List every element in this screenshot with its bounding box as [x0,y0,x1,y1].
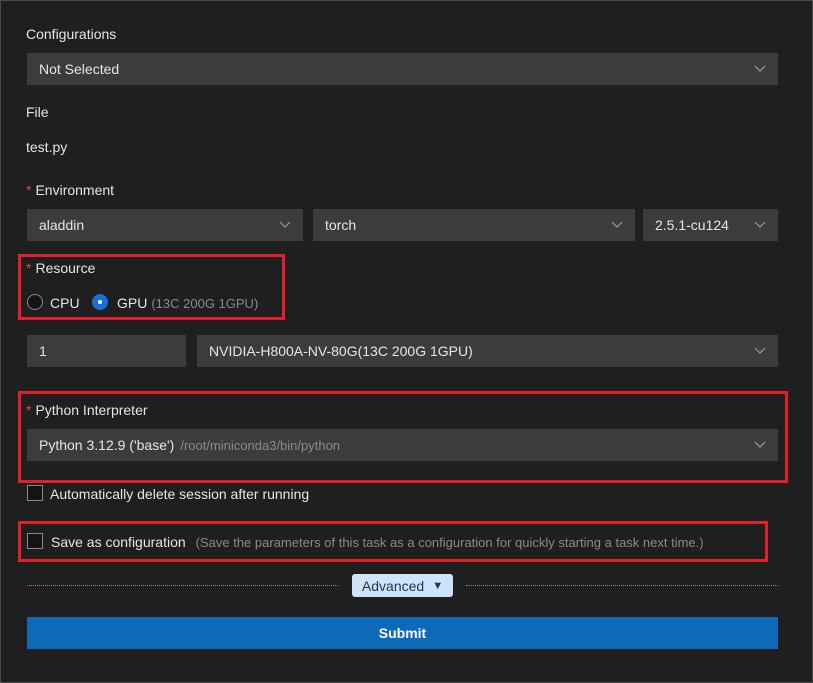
caret-down-icon: ▼ [432,579,444,592]
environment-version-select[interactable]: 2.5.1-cu124 [643,209,778,241]
chevron-down-icon [754,219,766,229]
highlight-save-config [18,521,768,562]
highlight-python-interpreter [18,391,788,483]
environment-label: * Environment [26,182,114,198]
configurations-label: Configurations [26,26,117,42]
environment-framework-select[interactable]: torch [313,209,635,241]
gpu-count-input[interactable]: 1 [27,335,186,367]
configurations-select[interactable]: Not Selected [27,53,778,85]
environment-label-text: Environment [35,182,115,198]
chevron-down-icon [279,219,291,229]
gpu-count-value: 1 [39,343,47,359]
auto-delete-checkbox[interactable] [27,485,43,501]
environment-name-value: aladdin [39,217,85,233]
divider-left [27,585,338,586]
gpu-instance-value: NVIDIA-H800A-NV-80G(13C 200G 1GPU) [209,343,473,359]
advanced-label: Advanced [361,577,425,594]
chevron-down-icon [754,345,766,355]
submit-button[interactable]: Submit [27,617,778,649]
highlight-resource [18,254,285,320]
divider-right [466,585,778,586]
chevron-down-icon [611,219,623,229]
required-mark: * [26,182,32,198]
chevron-down-icon [754,63,766,73]
auto-delete-label[interactable]: Automatically delete session after runni… [50,486,309,502]
advanced-toggle-button[interactable]: Advanced ▼ [352,574,453,597]
file-label: File [26,104,49,120]
environment-name-select[interactable]: aladdin [27,209,303,241]
environment-version-value: 2.5.1-cu124 [655,217,729,233]
file-value: test.py [26,139,68,155]
environment-framework-value: torch [325,217,357,233]
gpu-instance-select[interactable]: NVIDIA-H800A-NV-80G(13C 200G 1GPU) [197,335,778,367]
configurations-value: Not Selected [39,61,120,77]
